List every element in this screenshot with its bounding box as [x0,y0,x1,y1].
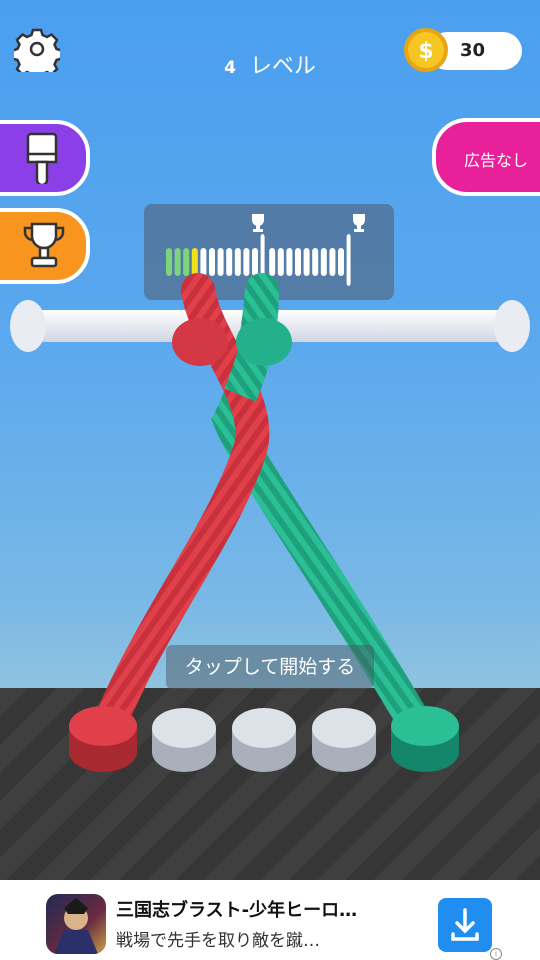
progress-segment [320,248,327,276]
progress-segment [166,248,172,276]
progress-segment [346,234,351,286]
progress-segment [234,248,241,276]
progress-segment [338,248,344,276]
coin-icon: $ [402,26,450,74]
trophy-icon [252,214,264,232]
ad-title[interactable]: 三国志ブラスト-少年ヒーロ… [116,896,357,922]
progress-track [166,214,365,286]
progress-segment [200,248,207,276]
coin-count: 30 [460,40,486,61]
svg-text:$: $ [418,39,433,64]
progress-segment [209,248,215,276]
trophy-button[interactable] [0,208,90,284]
progress-segment [226,248,233,276]
progress-segment [252,248,258,276]
trophy-icon [23,222,65,268]
level-label: レベル [249,54,316,79]
no-ads-button[interactable]: 広告なし [432,118,540,196]
level-progress-panel [144,204,394,300]
ad-info-icon[interactable]: i [490,948,502,960]
progress-segment [217,248,224,276]
bar [10,300,530,352]
progress-segment [312,248,319,276]
progress-segment [174,248,181,276]
progress-segment [243,248,250,276]
progress-segment [191,248,198,276]
progress-segment [183,248,190,276]
progress-segment [303,248,310,276]
tap-to-start-prompt[interactable]: タップして開始する [166,645,374,689]
progress-segment [295,248,301,276]
progress-segment [329,248,336,276]
floor [0,688,540,880]
progress-segment [277,248,284,276]
level-number: 4 [224,58,236,78]
ad-banner[interactable]: 三国志ブラスト-少年ヒーロ… 戦場で先手を取り敵を蹴… [0,880,540,960]
progress-segment [260,234,265,286]
ad-app-icon[interactable] [46,894,106,954]
paintbrush-icon [26,132,58,184]
download-icon[interactable] [438,898,492,952]
trophy-icon [353,214,365,232]
progress-segment [286,248,293,276]
ad-subtitle: 戦場で先手を取り敵を蹴… [116,931,320,951]
skins-button[interactable] [0,120,90,196]
progress-segment [269,248,276,276]
no-ads-label: 広告なし [464,151,529,170]
